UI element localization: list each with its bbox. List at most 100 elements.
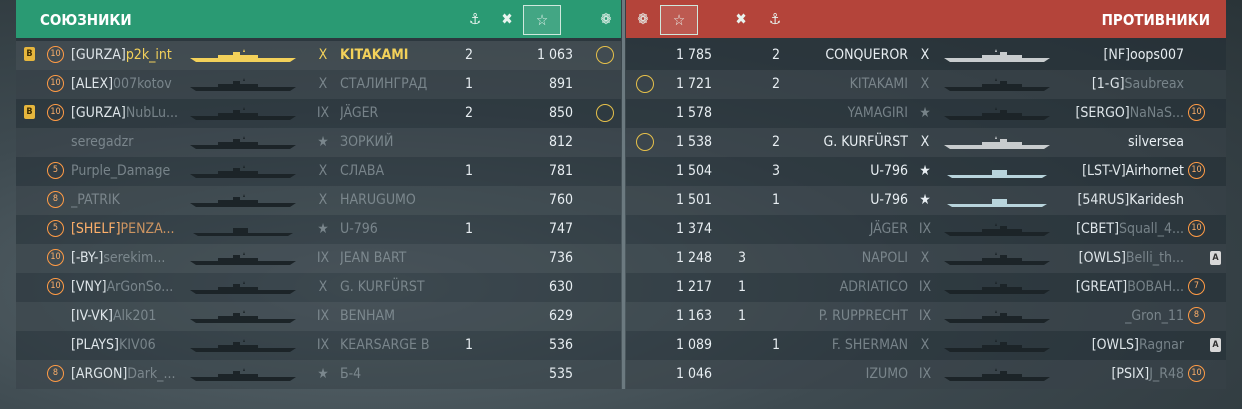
score-value: 1 578: [675, 105, 712, 121]
enemy-row[interactable]: 1 248 3 NAPOLI X [OWLS]Belli_th... A: [626, 244, 1226, 273]
player-name-cell[interactable]: [LST-V]Airhornet: [1056, 157, 1184, 186]
enemy-row[interactable]: 1 163 1 P. RUPPRECHT IX _Gron_11 8: [626, 302, 1226, 331]
ally-row[interactable]: 8 [ARGON]Dark_... ★ Б-4 535: [16, 360, 621, 389]
ally-row[interactable]: seregadzr ★ ЗОРКИЙ 812: [16, 128, 621, 157]
kills-value: 1: [465, 76, 474, 92]
kills-icon[interactable]: ✖: [726, 4, 756, 34]
player-name-cell[interactable]: [OWLS]Ragnar: [1056, 331, 1184, 360]
player-name-cell[interactable]: [ALEX]007kotov: [71, 70, 186, 99]
ship-silhouette-icon: [944, 252, 1050, 265]
enemy-row[interactable]: 1 217 1 ADRIATICO IX [GREAT]BOBAH... 7: [626, 273, 1226, 302]
service-level-icon: 10: [47, 249, 64, 266]
player-name-cell[interactable]: [GURZA]p2k_int: [71, 41, 186, 70]
ship-damage-icon[interactable]: ⚓: [760, 4, 790, 34]
kills-icon[interactable]: ✖: [492, 4, 522, 34]
player-name-cell[interactable]: [NF]oops007: [1056, 41, 1184, 70]
score-value: 1 163: [675, 308, 712, 324]
enemy-row[interactable]: 1 578 YAMAGIRI ★ [SERGO]NaNaS... 10: [626, 99, 1226, 128]
ally-row[interactable]: 10 [VNY]ArGonSo... X G. KURFÜRST 630: [16, 273, 621, 302]
score-value: 1 063: [536, 47, 573, 63]
score-value: 812: [548, 134, 573, 150]
allies-panel: СОЮЗНИКИ ⚓ ✖ ☆ ❁ B 10 [GURZA]p2k_int X KITAK…: [16, 0, 621, 389]
ship-silhouette-icon: [193, 228, 293, 236]
ship-damage-icon[interactable]: ⚓: [460, 4, 490, 34]
score-value: 781: [548, 163, 573, 179]
enemy-row[interactable]: 1 046 IZUMO IX [PSIX]J_R48 10: [626, 360, 1226, 389]
player-name-cell[interactable]: [OWLS]Belli_th...: [1056, 244, 1184, 273]
player-name: KIV06: [118, 337, 156, 353]
ally-row[interactable]: [IV-VK]Alk201 IX BENHAM 629: [16, 302, 621, 331]
player-name-cell[interactable]: [SHELF]PENZA...: [71, 215, 186, 244]
medal-icon: [636, 75, 654, 93]
ship-name: U-796: [870, 192, 908, 208]
enemy-row[interactable]: 1 538 2 G. KURFÜRST Xsilversea: [626, 128, 1226, 157]
ally-row[interactable]: 8 _PATRIK X HARUGUMO 760: [16, 186, 621, 215]
player-name-cell[interactable]: [PLAYS]KIV06: [71, 331, 186, 360]
enemy-row[interactable]: 1 501 1 U-796 ★ [54RUS]Karidesh: [626, 186, 1226, 215]
player-name-cell[interactable]: Purple_Damage: [71, 157, 186, 186]
star-icon[interactable]: ☆: [523, 5, 561, 35]
enemy-row[interactable]: 1 721 2 KITAKAMI X [1-G]Saubreax: [626, 70, 1226, 99]
player-name-cell[interactable]: [IV-VK]Alk201: [71, 302, 186, 331]
enemy-row[interactable]: 1 785 2 CONQUEROR X [NF]oops007: [626, 41, 1226, 70]
ship-tier: IX: [918, 279, 932, 295]
ally-row[interactable]: [PLAYS]KIV06 IX KEARSARGE B 1 536: [16, 331, 621, 360]
player-name: J_R48: [1149, 366, 1184, 382]
player-name-cell[interactable]: [CBET]Squall_4...: [1056, 215, 1184, 244]
player-name-cell[interactable]: [-BY-]serekim...: [71, 244, 186, 273]
score-value: 1 374: [675, 221, 712, 237]
player-name: _PATRIK: [71, 192, 120, 208]
medal-icon[interactable]: ❁: [628, 4, 658, 34]
score-value: 850: [548, 105, 573, 121]
ship-silhouette-icon: [944, 136, 1050, 149]
player-name-cell[interactable]: seregadzr: [71, 128, 186, 157]
ally-row[interactable]: 5 [SHELF]PENZA... ★ U-796 1 747: [16, 215, 621, 244]
ship-tier: ★: [317, 134, 329, 150]
enemy-row[interactable]: 1 089 1 F. SHERMAN X [OWLS]Ragnar A: [626, 331, 1226, 360]
ship-tier: X: [920, 47, 930, 63]
clan-tag: [54RUS]: [1077, 192, 1130, 208]
player-name-cell[interactable]: [1-G]Saubreax: [1056, 70, 1184, 99]
allies-header: СОЮЗНИКИ ⚓ ✖ ☆ ❁: [16, 0, 621, 38]
player-name-cell[interactable]: [ARGON]Dark_...: [71, 360, 186, 389]
player-name-cell[interactable]: _PATRIK: [71, 186, 186, 215]
ship-tier: X: [318, 76, 328, 92]
player-name-cell[interactable]: _Gron_11: [1056, 302, 1184, 331]
ship-silhouette-icon: [944, 223, 1050, 236]
player-name-cell[interactable]: [VNY]ArGonSo...: [71, 273, 186, 302]
ship-tier: X: [318, 192, 328, 208]
score-value: 535: [548, 366, 573, 382]
player-name-cell[interactable]: [GURZA]NubLu...: [71, 99, 186, 128]
ally-row[interactable]: 10 [-BY-]serekim... IX JEAN BART 736: [16, 244, 621, 273]
ally-row[interactable]: 10 [ALEX]007kotov X СТАЛИНГРАД 1 891: [16, 70, 621, 99]
clan-tag: [GURZA]: [71, 47, 126, 63]
player-name: Karidesh: [1129, 192, 1184, 208]
player-name: Squall_4...: [1118, 221, 1184, 237]
player-name: Belli_th...: [1125, 250, 1184, 266]
player-name: BOBAH...: [1127, 279, 1184, 295]
player-name-cell[interactable]: [SERGO]NaNaS...: [1056, 99, 1185, 128]
ship-name: JÄGER: [340, 105, 379, 121]
player-name-cell[interactable]: [PSIX]J_R48: [1056, 360, 1184, 389]
ship-silhouette-icon: [190, 339, 296, 352]
enemy-row[interactable]: 1 504 3 U-796 ★ [LST-V]Airhornet 10: [626, 157, 1226, 186]
ship-silhouette-icon: [944, 368, 1050, 381]
player-name-cell[interactable]: [GREAT]BOBAH...: [1056, 273, 1184, 302]
panel-divider: [622, 0, 625, 389]
star-icon[interactable]: ☆: [660, 5, 698, 35]
kills-value: 1: [465, 221, 474, 237]
ship-name: U-796: [340, 221, 378, 237]
ally-row[interactable]: B 10 [GURZA]p2k_int X KITAKAMI 2 1 063: [16, 41, 621, 70]
ally-row[interactable]: B 10 [GURZA]NubLu... IX JÄGER 2 850: [16, 99, 621, 128]
ally-row[interactable]: 5 Purple_Damage X СЛАВА 1 781: [16, 157, 621, 186]
player-name-cell[interactable]: silversea: [1056, 128, 1184, 157]
kills-value: 1: [465, 337, 474, 353]
clan-tag: [OWLS]: [1091, 337, 1139, 353]
enemy-row[interactable]: 1 374 JÄGER IX [CBET]Squall_4... 10: [626, 215, 1226, 244]
player-name: Purple_Damage: [71, 163, 171, 179]
medal-icon[interactable]: ❁: [591, 4, 621, 34]
player-name: silversea: [1128, 134, 1184, 150]
player-name-cell[interactable]: [54RUS]Karidesh: [1056, 186, 1184, 215]
clan-tag: [CBET]: [1076, 221, 1119, 237]
player-name: seregadzr: [71, 134, 134, 150]
